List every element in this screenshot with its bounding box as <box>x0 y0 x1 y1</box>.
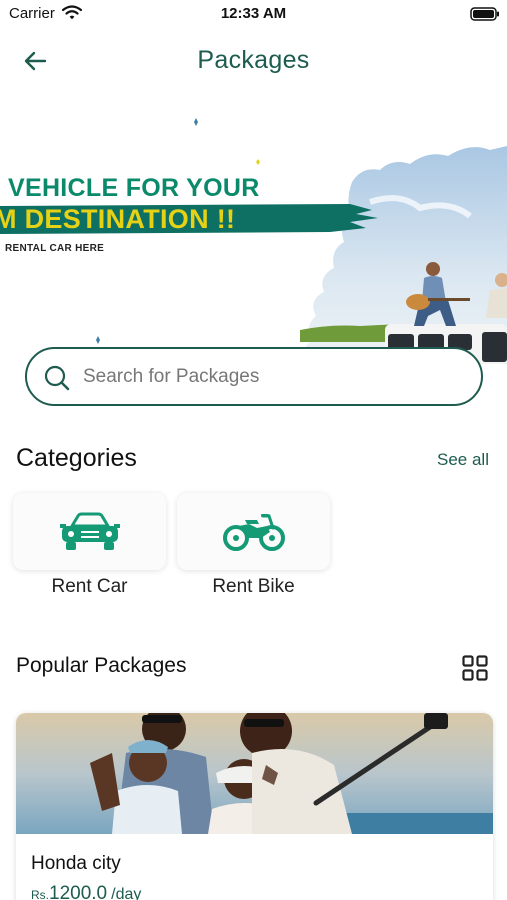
grid-view-button[interactable] <box>462 655 488 681</box>
package-photo <box>16 713 493 834</box>
promo-banner[interactable]: VEHICLE FOR YOUR M DESTINATION !! RENTAL… <box>0 112 507 364</box>
nav-bar: Packages <box>0 38 507 84</box>
price-currency: Rs. <box>31 888 49 900</box>
banner-subtext: RENTAL CAR HERE <box>5 243 105 254</box>
category-card-rent-car[interactable] <box>13 493 166 570</box>
price-unit: /day <box>111 886 142 900</box>
see-all-link[interactable]: See all <box>437 450 489 470</box>
search-input[interactable] <box>83 361 463 393</box>
page-title: Packages <box>197 46 310 74</box>
status-bar: Carrier 12:33 AM <box>0 0 507 30</box>
grid-view-icon <box>462 655 488 681</box>
banner-headline-line1: VEHICLE FOR YOUR <box>8 174 260 202</box>
search-icon <box>44 365 70 391</box>
category-label-rent-car: Rent Car <box>51 576 128 597</box>
package-name: Honda city <box>31 853 121 874</box>
package-price: Rs.1200.0/day <box>31 883 141 900</box>
search-box[interactable] <box>25 347 483 406</box>
package-card[interactable]: Honda city Rs.1200.0/day <box>16 713 493 900</box>
popular-packages-heading: Popular Packages <box>16 654 187 677</box>
banner-headline-line2: M DESTINATION !! <box>0 204 236 234</box>
motorbike-icon <box>222 513 285 551</box>
car-icon <box>59 512 120 550</box>
category-label-rent-bike: Rent Bike <box>212 576 295 597</box>
categories-heading: Categories <box>16 444 137 472</box>
category-card-rent-bike[interactable] <box>177 493 330 570</box>
battery-icon <box>470 7 499 21</box>
status-time: 12:33 AM <box>220 5 287 22</box>
price-amount: 1200.0 <box>49 883 108 900</box>
